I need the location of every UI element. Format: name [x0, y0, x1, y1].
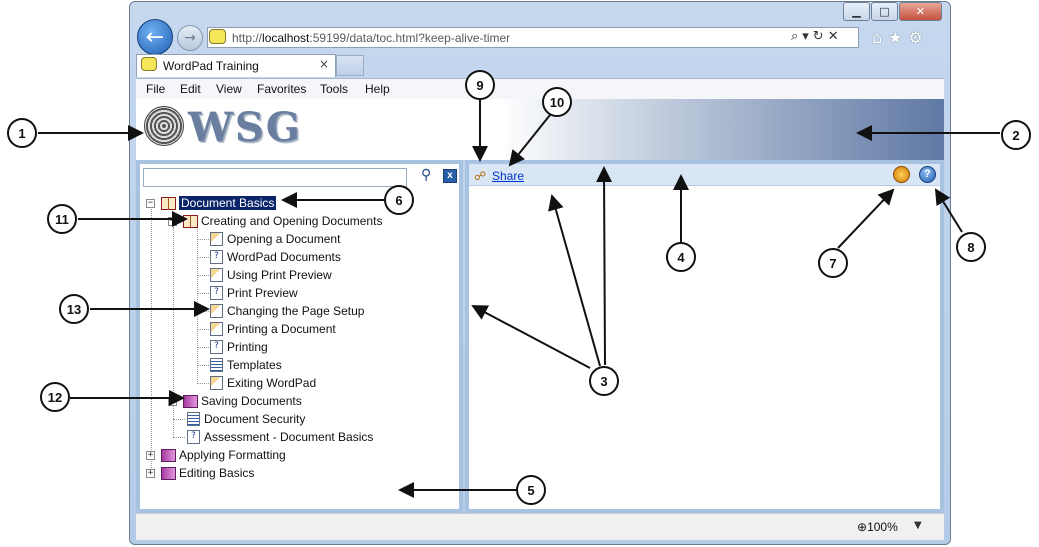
callout-2: 2	[1001, 120, 1031, 150]
callout-4: 4	[666, 242, 696, 272]
callout-3: 3	[589, 366, 619, 396]
callout-5: 5	[516, 475, 546, 505]
callout-11: 11	[47, 204, 77, 234]
callout-8: 8	[956, 232, 986, 262]
callout-10: 10	[542, 87, 572, 117]
callout-1: 1	[7, 118, 37, 148]
callout-arrows	[38, 100, 1000, 498]
callout-12: 12	[40, 382, 70, 412]
callout-6: 6	[384, 185, 414, 215]
callout-13: 13	[59, 294, 89, 324]
callout-9: 9	[465, 70, 495, 100]
callout-7: 7	[818, 248, 848, 278]
